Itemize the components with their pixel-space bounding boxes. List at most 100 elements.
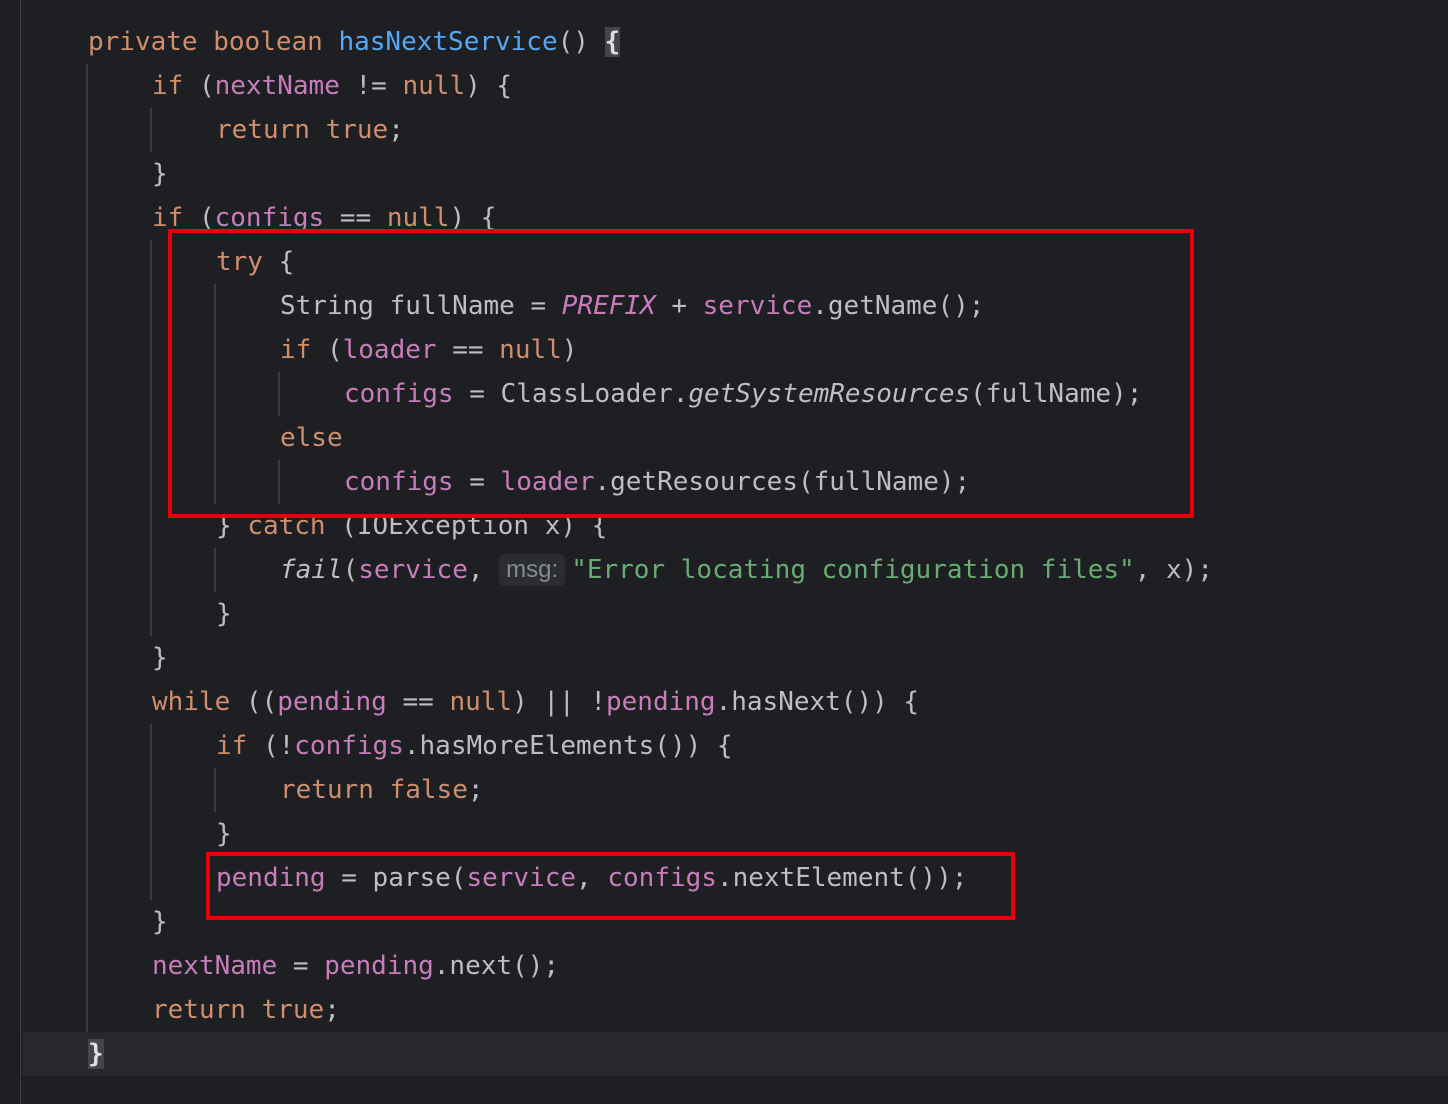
code-token: (IOException x) { bbox=[325, 511, 608, 541]
code-token: } bbox=[216, 819, 232, 849]
code-token: = bbox=[277, 951, 325, 981]
code-token: configs bbox=[344, 379, 454, 409]
code-line-20[interactable]: pending = parse(service, configs.nextEle… bbox=[88, 856, 967, 900]
code-line-13[interactable]: fail(service, msg: "Error locating config… bbox=[88, 548, 1213, 592]
code-token: = bbox=[453, 467, 501, 497]
current-line-highlight bbox=[22, 1032, 1448, 1076]
code-token: configs bbox=[344, 467, 454, 497]
code-token: false bbox=[389, 775, 468, 805]
string-literal: "Error locating configuration files" bbox=[571, 555, 1135, 585]
code-token: pending bbox=[216, 863, 326, 893]
code-token: .next(); bbox=[433, 951, 560, 981]
code-token: loader bbox=[500, 467, 595, 497]
code-token: if bbox=[152, 203, 184, 233]
code-token: ) { bbox=[449, 203, 497, 233]
code-token: .getResources(fullName); bbox=[594, 467, 971, 497]
code-token: .nextElement()); bbox=[716, 863, 968, 893]
code-line-9[interactable]: configs = ClassLoader.getSystemResources… bbox=[88, 372, 1142, 416]
code-line-21[interactable]: } bbox=[88, 900, 168, 944]
code-token: try bbox=[216, 247, 263, 277]
code-token: , bbox=[576, 863, 608, 893]
code-token: service bbox=[466, 863, 577, 893]
parameter-hint: msg: bbox=[499, 554, 566, 586]
code-line-1[interactable]: private boolean hasNextService() { bbox=[88, 20, 621, 64]
code-token: return bbox=[280, 775, 374, 805]
code-line-23[interactable]: return true; bbox=[88, 988, 340, 1032]
code-token: null bbox=[402, 71, 466, 101]
code-line-7[interactable]: String fullName = PREFIX + service.getNa… bbox=[88, 284, 984, 328]
code-token: ) { bbox=[465, 71, 513, 101]
code-token: == bbox=[324, 203, 387, 233]
matched-brace: } bbox=[88, 1039, 104, 1069]
code-token: ( bbox=[342, 555, 359, 585]
code-line-6[interactable]: try { bbox=[88, 240, 294, 284]
code-line-11[interactable]: configs = loader.getResources(fullName); bbox=[88, 460, 970, 504]
code-token: if bbox=[152, 71, 184, 101]
code-token: ( bbox=[183, 71, 215, 101]
code-token: + bbox=[655, 291, 703, 321]
code-token: if bbox=[280, 335, 312, 365]
code-token: () bbox=[557, 27, 605, 57]
code-token: (( bbox=[230, 687, 278, 717]
code-token: getSystemResources bbox=[688, 379, 971, 409]
code-line-10[interactable]: else bbox=[88, 416, 343, 460]
code-line-24[interactable]: } bbox=[88, 1032, 104, 1076]
code-token: loader bbox=[342, 335, 437, 365]
code-token: .hasNext()) { bbox=[715, 687, 920, 717]
code-token: != bbox=[339, 71, 403, 101]
code-token: == bbox=[436, 335, 500, 365]
code-token: String fullName = bbox=[280, 291, 562, 321]
code-token: catch bbox=[247, 511, 326, 541]
code-token: boolean bbox=[213, 27, 323, 57]
code-line-19[interactable]: } bbox=[88, 812, 232, 856]
code-token: ) bbox=[561, 335, 578, 365]
method-name: hasNextService bbox=[338, 27, 558, 57]
code-token: null bbox=[499, 335, 562, 365]
code-line-14[interactable]: } bbox=[88, 592, 232, 636]
code-token: PREFIX bbox=[561, 291, 656, 321]
code-token: ; bbox=[388, 115, 404, 145]
code-line-4[interactable]: } bbox=[88, 152, 168, 196]
code-token: if bbox=[216, 731, 248, 761]
code-token: = parse( bbox=[325, 863, 467, 893]
code-token: return bbox=[216, 115, 310, 145]
code-token: while bbox=[152, 687, 231, 717]
code-token: fail bbox=[280, 555, 343, 585]
code-token: service bbox=[702, 291, 813, 321]
code-token: configs bbox=[294, 731, 404, 761]
code-line-8[interactable]: if (loader == null) bbox=[88, 328, 577, 372]
code-token: ) || ! bbox=[512, 687, 606, 717]
code-line-2[interactable]: if (nextName != null) { bbox=[88, 64, 512, 108]
code-token: , bbox=[467, 555, 500, 585]
code-line-12[interactable]: } catch (IOException x) { bbox=[88, 504, 607, 548]
code-token: } bbox=[216, 599, 232, 629]
code-line-17[interactable]: if (!configs.hasMoreElements()) { bbox=[88, 724, 733, 768]
code-token: ( bbox=[183, 203, 215, 233]
code-line-3[interactable]: return true; bbox=[88, 108, 404, 152]
code-token: } bbox=[216, 511, 248, 541]
code-token: pending bbox=[324, 951, 434, 981]
code-token: ; bbox=[467, 775, 484, 805]
code-line-18[interactable]: return false; bbox=[88, 768, 484, 812]
code-token: true bbox=[325, 115, 389, 145]
code-token: return bbox=[152, 995, 246, 1025]
code-token: configs bbox=[607, 863, 717, 893]
code-token: .hasMoreElements()) { bbox=[403, 731, 733, 761]
code-token: == bbox=[386, 687, 450, 717]
code-token: ; bbox=[324, 995, 340, 1025]
code-line-15[interactable]: } bbox=[88, 636, 168, 680]
code-line-5[interactable]: if (configs == null) { bbox=[88, 196, 496, 240]
code-line-16[interactable]: while ((pending == null) || !pending.has… bbox=[88, 680, 919, 724]
code-token: null bbox=[449, 687, 513, 717]
code-token: ( bbox=[311, 335, 343, 365]
code-token: else bbox=[280, 423, 343, 453]
code-token: private bbox=[88, 27, 198, 57]
code-line-22[interactable]: nextName = pending.next(); bbox=[88, 944, 559, 988]
code-token: true bbox=[261, 995, 325, 1025]
gutter-border bbox=[20, 0, 21, 1104]
code-token: , x); bbox=[1134, 555, 1213, 585]
code-token: = ClassLoader. bbox=[453, 379, 689, 409]
code-editor[interactable]: private boolean hasNextService() { if (n… bbox=[0, 0, 1448, 1104]
matched-brace: { bbox=[604, 27, 621, 57]
code-token: null bbox=[386, 203, 450, 233]
